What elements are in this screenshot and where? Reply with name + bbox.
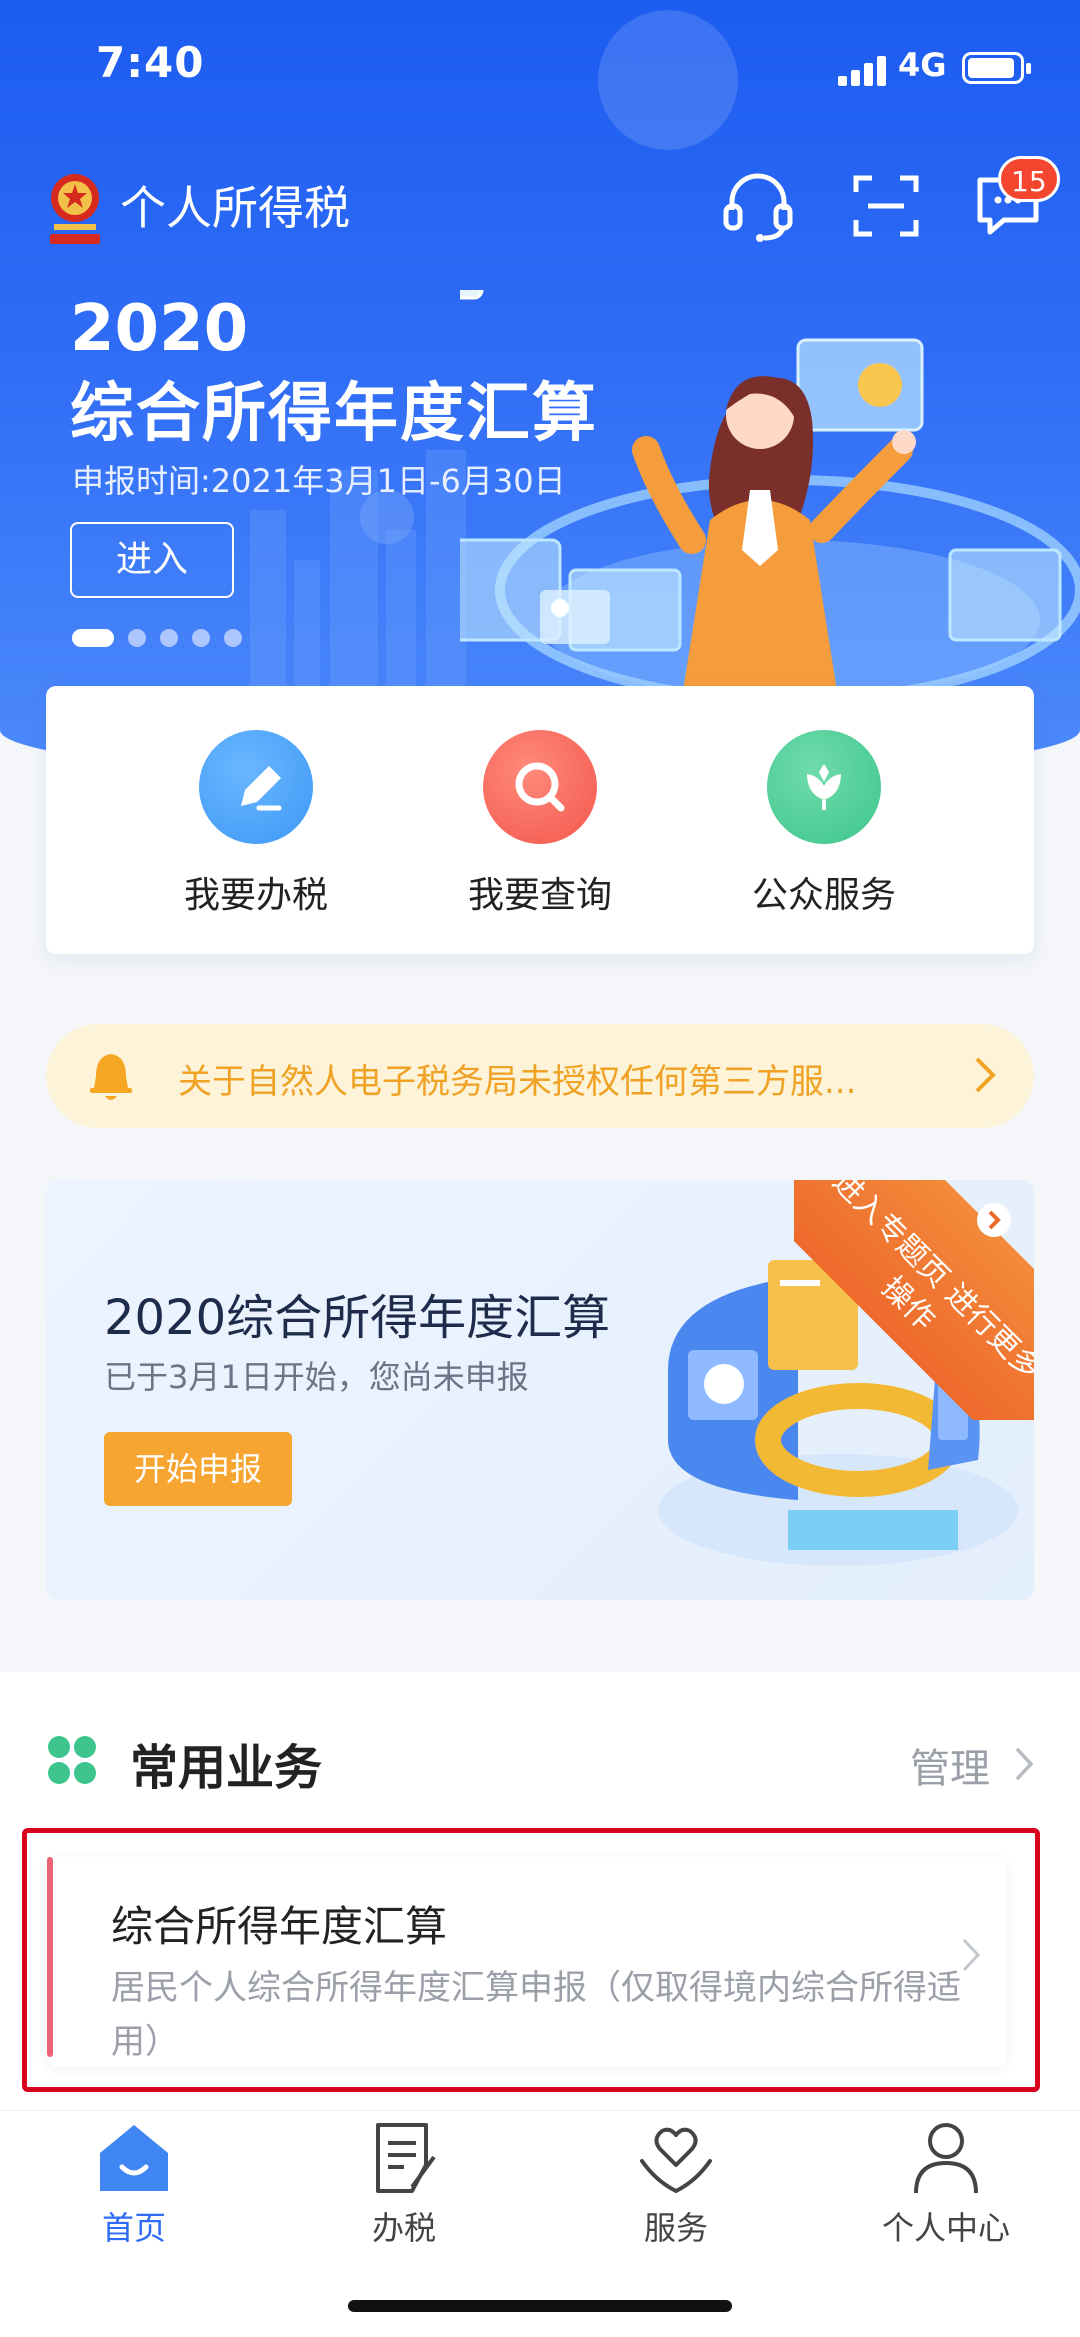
pagination-dot[interactable] [128, 629, 146, 647]
banner-illustration [460, 290, 1080, 710]
tab-label: 个人中心 [881, 2209, 1010, 2247]
status-time: 7:40 [96, 38, 205, 87]
manage-link[interactable]: 管理 [910, 1736, 990, 1794]
promo-title: 2020综合所得年度汇算 [104, 1290, 611, 1346]
tab-personal-center[interactable]: 个人中心 [846, 2121, 1046, 2249]
heart-hand-icon [640, 2127, 712, 2194]
annual-settlement-promo-card[interactable]: 2020综合所得年度汇算 已于3月1日开始，您尚未申报 开始申报 进入专题页 进… [46, 1180, 1034, 1600]
pagination-dot[interactable] [160, 629, 178, 647]
quick-action-public-service[interactable]: 公众服务 [714, 730, 934, 918]
bell-icon [90, 1054, 132, 1100]
battery-icon [962, 52, 1031, 84]
grid-icon [48, 1736, 96, 1784]
decor-building [250, 510, 286, 690]
quick-action-tax[interactable]: 我要办税 [146, 730, 366, 918]
service-item-annual-settlement[interactable]: 综合所得年度汇算 居民个人综合所得年度汇算申报（仅取得境内综合所得适用） [22, 1828, 1040, 2092]
pagination-dot[interactable] [224, 629, 242, 647]
message-count-badge: 15 [998, 156, 1060, 202]
common-services-section: 常用业务 管理 综合所得年度汇算 居民个人综合所得年度汇算申报（仅取得境内综合所… [0, 1672, 1080, 2112]
app-header: 个人所得税 15 [0, 150, 1080, 260]
status-bar: 7:40 4G [0, 0, 1080, 140]
chevron-right-icon [975, 1057, 996, 1093]
decor-building [386, 530, 416, 690]
home-icon [100, 2125, 168, 2191]
chevron-circle-icon [977, 1203, 1011, 1237]
tab-service[interactable]: 服务 [576, 2121, 776, 2249]
leaf-icon [767, 730, 881, 844]
document-icon [376, 2123, 436, 2193]
chevron-right-icon [1015, 1747, 1034, 1781]
quick-actions-card: 我要办税 我要查询 公众服务 [46, 686, 1034, 954]
tab-home[interactable]: 首页 [34, 2121, 234, 2249]
promo-subtitle: 已于3月1日开始，您尚未申报 [104, 1358, 529, 1396]
service-accent-bar [47, 1857, 53, 2057]
start-declaration-button[interactable]: 开始申报 [104, 1432, 292, 1506]
person-icon [914, 2123, 978, 2194]
service-item-description: 居民个人综合所得年度汇算申报（仅取得境内综合所得适用） [111, 1968, 961, 2062]
section-title: 常用业务 [130, 1740, 323, 1796]
banner-pagination [72, 628, 242, 648]
quick-action-label: 我要查询 [467, 875, 612, 916]
notice-bar[interactable]: 关于自然人电子税务局未授权任何第三方服... [46, 1024, 1034, 1128]
pagination-dot[interactable] [72, 629, 114, 647]
pagination-dot[interactable] [192, 629, 210, 647]
home-indicator [348, 2300, 732, 2312]
tab-label: 服务 [643, 2209, 708, 2247]
customer-service-icon[interactable] [718, 166, 798, 246]
chevron-right-icon [962, 1938, 981, 1972]
national-emblem-icon [50, 174, 100, 244]
app-title: 个人所得税 [120, 181, 350, 235]
scan-icon[interactable] [846, 166, 926, 246]
tab-label: 首页 [101, 2209, 166, 2247]
quick-action-label: 我要办税 [183, 875, 328, 916]
banner-enter-button[interactable]: 进入 [70, 522, 234, 598]
decor-building [330, 470, 378, 690]
network-type: 4G [898, 46, 947, 84]
quick-action-label: 公众服务 [751, 875, 896, 916]
quick-action-query[interactable]: 我要查询 [430, 730, 650, 918]
notice-text: 关于自然人电子税务局未授权任何第三方服... [178, 1062, 857, 1102]
banner-year: 2020 [70, 292, 249, 366]
decor-building [294, 560, 320, 690]
signal-icon [838, 52, 888, 86]
service-item-title: 综合所得年度汇算 [111, 1902, 448, 1951]
service-item-card: 综合所得年度汇算 居民个人综合所得年度汇算申报（仅取得境内综合所得适用） [47, 1857, 1007, 2067]
search-icon [483, 730, 597, 844]
tab-tax[interactable]: 办税 [304, 2121, 504, 2249]
pencil-icon [199, 730, 313, 844]
tab-label: 办税 [371, 2209, 436, 2247]
